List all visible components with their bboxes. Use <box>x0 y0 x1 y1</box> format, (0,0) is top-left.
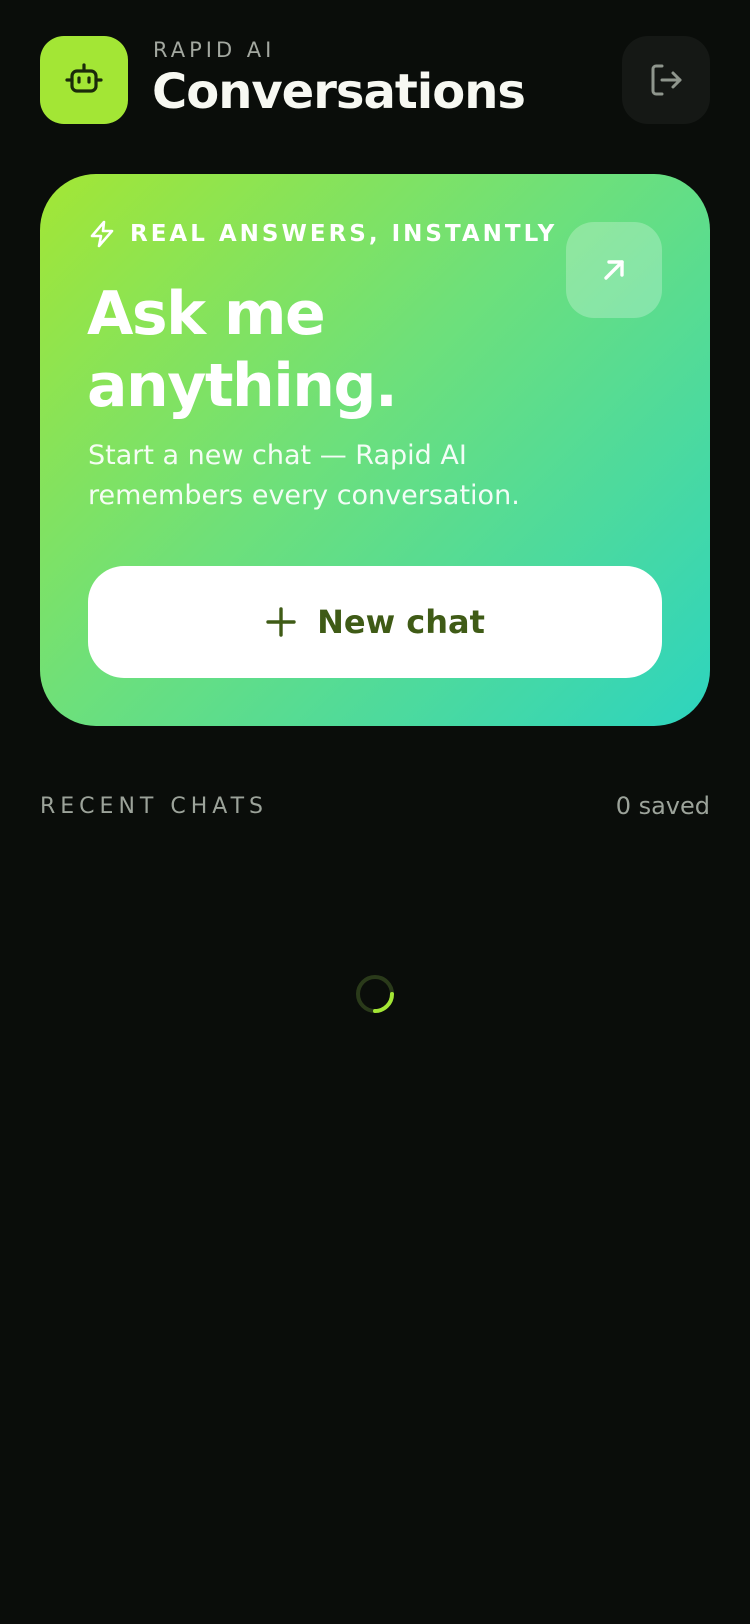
recent-chats-title: RECENT CHATS <box>40 794 268 819</box>
hero-card: REAL ANSWERS, INSTANTLY Ask me anything.… <box>40 174 710 726</box>
page-title: Conversations <box>152 64 526 120</box>
lightning-icon <box>90 220 114 248</box>
app-logo <box>40 36 128 124</box>
hero-heading: Ask me anything. <box>87 279 398 421</box>
plus-icon <box>266 607 296 637</box>
new-chat-button[interactable]: New chat <box>88 566 662 678</box>
logout-icon <box>651 64 682 96</box>
hero-subtext: Start a new chat — Rapid AI remembers ev… <box>88 440 520 511</box>
recent-chats-header: RECENT CHATS 0 saved <box>40 790 710 830</box>
expand-button[interactable] <box>566 222 662 318</box>
arrow-up-right-icon <box>604 260 624 280</box>
loading-spinner <box>356 975 394 1013</box>
hero-tagline-text: REAL ANSWERS, INSTANTLY <box>130 221 558 247</box>
robot-icon <box>65 63 103 93</box>
new-chat-label: New chat <box>317 603 485 641</box>
hero-tagline: REAL ANSWERS, INSTANTLY <box>88 220 557 248</box>
brand-label: RAPID AI <box>153 38 276 62</box>
app-root: RAPID AI Conversations REAL ANSWERS, INS… <box>0 0 750 1624</box>
logout-button[interactable] <box>622 36 710 124</box>
saved-count: 0 saved <box>615 792 710 820</box>
app-header: RAPID AI Conversations <box>40 36 710 124</box>
